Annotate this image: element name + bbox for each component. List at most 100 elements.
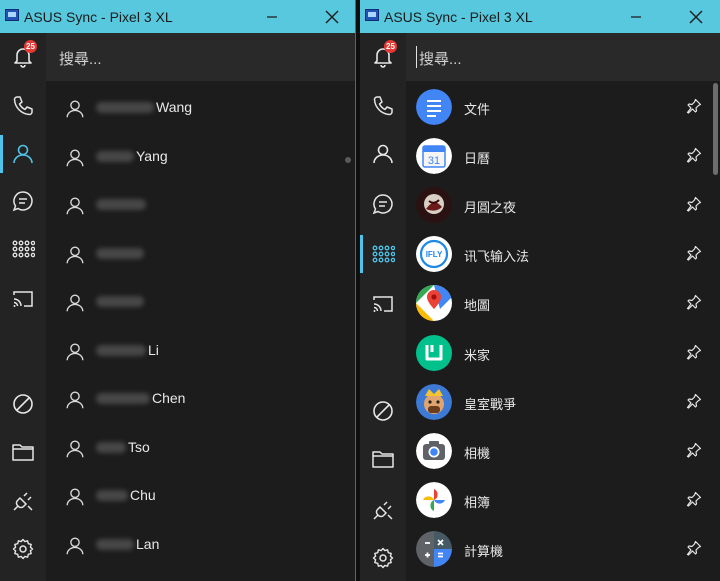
calculator-icon <box>416 530 452 567</box>
app-label: 月圓之夜 <box>464 200 517 216</box>
sidebar-item-cast[interactable] <box>0 276 46 322</box>
app-row[interactable]: 相機 <box>406 427 720 476</box>
pin-button[interactable] <box>686 196 702 217</box>
app-row[interactable]: 31 日曆 <box>406 132 720 181</box>
contact-row[interactable]: Li <box>46 328 355 376</box>
contact-row[interactable]: Chu <box>46 473 355 521</box>
sidebar-item-messages[interactable] <box>360 181 406 227</box>
pin-button[interactable] <box>686 393 702 414</box>
app-row[interactable]: 米家 <box>406 329 720 378</box>
camera-icon <box>416 432 452 469</box>
app-row[interactable]: 計算機 <box>406 525 720 574</box>
plug-icon <box>13 492 33 511</box>
sidebar-item-connection[interactable] <box>0 478 46 524</box>
calendar-icon: 31 <box>416 138 452 175</box>
contact-row[interactable]: Wang <box>46 85 355 133</box>
app-row[interactable]: 相簿 <box>406 476 720 525</box>
contact-row[interactable]: Yang <box>46 134 355 182</box>
app-row[interactable]: IFLY 讯飞输入法 <box>406 230 720 279</box>
app-row[interactable]: 月圓之夜 <box>406 181 720 230</box>
app-row[interactable]: 文件 <box>406 83 720 132</box>
sidebar-item-files[interactable] <box>360 436 406 482</box>
sidebar-item-notifications[interactable]: 25 <box>0 33 46 79</box>
minimize-button[interactable] <box>252 0 292 33</box>
sidebar-item-settings[interactable] <box>0 526 46 572</box>
title-bar[interactable]: ASUS Sync - Pixel 3 XL <box>0 0 355 33</box>
pin-icon <box>686 442 702 458</box>
cast-icon <box>373 296 393 312</box>
contacts-icon <box>373 144 393 164</box>
pin-button[interactable] <box>686 147 702 168</box>
sidebar-item-notifications[interactable]: 25 <box>360 33 406 79</box>
pin-icon <box>686 491 702 507</box>
cast-icon <box>13 291 33 307</box>
app-row[interactable]: 地圖 <box>406 279 720 328</box>
sidebar-item-apps[interactable] <box>360 231 406 277</box>
pin-icon <box>686 393 702 409</box>
window-title: ASUS Sync - Pixel 3 XL <box>384 9 533 25</box>
contact-row[interactable] <box>46 279 355 327</box>
window-title: ASUS Sync - Pixel 3 XL <box>24 9 173 25</box>
sidebar-item-calls[interactable] <box>0 83 46 129</box>
contact-row[interactable]: Chen <box>46 376 355 424</box>
asus-sync-window-apps: ASUS Sync - Pixel 3 XL 25 搜尋... 文件 31 日曆… <box>360 0 720 581</box>
search-placeholder: 搜尋... <box>419 51 462 68</box>
phone-icon <box>13 96 33 116</box>
person-icon-wrap <box>64 244 86 271</box>
folder-icon <box>372 451 394 468</box>
person-icon-wrap <box>64 147 86 174</box>
contact-row[interactable]: Tso <box>46 425 355 473</box>
apps-panel: 搜尋... 文件 31 日曆月圓之夜 IFLY 讯飞输入法地圖米家 皇室戰爭 相機 相簿 計算機 <box>406 33 720 581</box>
person-icon <box>66 537 84 554</box>
sidebar-item-contacts[interactable] <box>0 131 46 177</box>
clash-royale-icon <box>416 383 452 420</box>
title-bar[interactable]: ASUS Sync - Pixel 3 XL <box>360 0 720 33</box>
minimize-button[interactable] <box>616 0 656 33</box>
sidebar-item-apps[interactable] <box>0 226 46 272</box>
minimize-icon <box>267 15 277 18</box>
close-button[interactable] <box>312 0 352 33</box>
text-cursor <box>416 46 417 68</box>
app-row[interactable]: 皇室戰爭 <box>406 378 720 427</box>
search-bar[interactable]: 搜尋... <box>46 33 355 81</box>
person-icon <box>66 391 84 409</box>
app-label: 地圖 <box>464 298 491 314</box>
app-label: 日曆 <box>464 151 491 167</box>
redacted-name <box>96 199 146 210</box>
search-bar[interactable]: 搜尋... <box>406 33 720 81</box>
folder-icon <box>12 444 34 461</box>
pin-button[interactable] <box>686 442 702 463</box>
sidebar-item-do-not-disturb[interactable] <box>0 381 46 427</box>
sidebar-item-calls[interactable] <box>360 83 406 129</box>
pin-icon <box>686 197 702 212</box>
pin-icon <box>686 295 702 310</box>
close-button[interactable] <box>676 0 716 33</box>
block-icon <box>13 394 33 414</box>
redacted-name <box>96 247 144 259</box>
minimize-icon <box>631 15 641 18</box>
contact-name: Yang <box>136 147 168 164</box>
sidebar-item-messages[interactable] <box>0 178 46 224</box>
redacted-name <box>96 150 134 162</box>
pin-button[interactable] <box>686 98 702 119</box>
app-grid-icon <box>12 240 35 258</box>
gear-icon <box>12 538 34 560</box>
pin-button[interactable] <box>686 294 702 315</box>
contact-row[interactable]: Lan <box>46 522 355 570</box>
contact-name: Li <box>148 341 159 358</box>
sidebar-item-connection[interactable] <box>360 487 406 533</box>
contact-name: Chen <box>152 390 186 406</box>
pin-button[interactable] <box>686 540 702 561</box>
sidebar-item-settings[interactable] <box>360 535 406 581</box>
contact-row[interactable] <box>46 182 355 230</box>
pin-button[interactable] <box>686 491 702 512</box>
contact-row[interactable] <box>46 231 355 279</box>
sidebar-item-do-not-disturb[interactable] <box>360 388 406 434</box>
sidebar-item-files[interactable] <box>0 429 46 475</box>
app-grid-icon <box>372 245 395 263</box>
pin-button[interactable] <box>686 344 702 365</box>
sidebar-item-cast[interactable] <box>360 281 406 327</box>
pin-button[interactable] <box>686 245 702 266</box>
sidebar-item-contacts[interactable] <box>360 131 406 177</box>
redacted-name <box>96 490 128 501</box>
